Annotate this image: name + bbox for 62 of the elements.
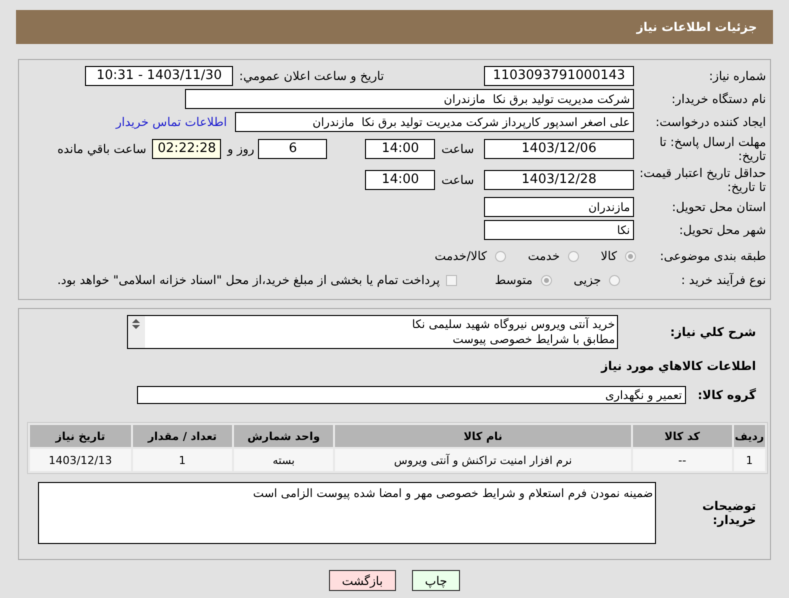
province-field: مازندران <box>484 197 634 217</box>
field-label: حداقل تاریخ اعتبار قیمت: تا تاریخ: <box>638 166 766 194</box>
field-label: ساعت <box>441 173 474 187</box>
days-field: 6 <box>258 139 328 159</box>
table-cell: 1 <box>132 449 232 471</box>
page-header: جزئیات اطلاعات نیاز <box>16 10 773 44</box>
remaining-time-field: 02:22:28 <box>152 139 222 159</box>
buyer-name-field: شرکت مدیریت تولید برق نکا مازندران <box>185 89 634 109</box>
field-label: پرداخت تمام یا بخشی از مبلغ خرید،از محل "اسناد خزانه اسلامی" خواهد بود. <box>57 273 440 287</box>
radio-button[interactable] <box>625 250 636 262</box>
field-label: استان محل تحویل: <box>670 200 766 214</box>
field-label: نام دستگاه خریدار: <box>670 92 766 106</box>
column-header: کد کالا <box>632 425 732 447</box>
radio-button[interactable] <box>540 274 552 286</box>
description-box: خرید آنتی ویروس نیروگاه شهید سلیمی نکا مطابق با شرایط خصوصی پیوست <box>127 315 618 349</box>
validity-time-field: 14:00 <box>365 170 436 190</box>
field-label: مهلت ارسال پاسخ: تا تاریخ: <box>658 135 766 163</box>
buyer-notes-box: ضمینه نمودن فرم استعلام و شرایط خصوصی مهر و امضا شده پیوست الزامی است <box>38 482 656 544</box>
radio-button[interactable] <box>609 274 620 286</box>
buyer-contact-link[interactable]: اطلاعات تماس خریدار <box>116 115 227 129</box>
field-label: شهر محل تحویل: <box>678 223 766 237</box>
print-button[interactable]: چاپ <box>412 570 460 591</box>
table-cell: نرم افزار امنیت تراکنش و آنتی ویروس <box>335 449 631 471</box>
field-label: گروه کالا: <box>696 388 756 402</box>
column-header: تعداد / مقدار <box>132 425 232 447</box>
column-header: نام کالا <box>335 425 631 447</box>
field-label: توضیحات خریدار: <box>701 499 756 527</box>
announce-date-field: 1403/11/30 - 10:31 <box>85 66 234 86</box>
table-cell: 1 <box>734 449 765 471</box>
radio-label: متوسط <box>494 273 533 287</box>
field-label: شماره نیاز: <box>708 69 766 83</box>
goods-group-field: تعمیر و نگهداری <box>137 386 686 404</box>
field-label: شرح کلي نیاز: <box>669 325 756 339</box>
radio-label: کالا <box>600 249 617 263</box>
table-cell: بسته <box>234 449 334 471</box>
back-button[interactable]: بازگشت <box>328 570 396 591</box>
field-label: ساعت باقي مانده <box>57 142 146 156</box>
field-label: روز و <box>227 142 254 156</box>
column-header: واحد شمارش <box>234 425 334 447</box>
field-label: ایجاد کننده درخواست: <box>654 115 766 129</box>
checkbox[interactable] <box>446 274 457 286</box>
radio-button[interactable] <box>494 250 506 262</box>
column-header: تاریخ نیاز <box>30 425 131 447</box>
radio-label: جزیی <box>574 273 601 287</box>
table-cell: 1403/12/13 <box>30 449 131 471</box>
city-field: نکا <box>484 220 634 240</box>
field-label: طبقه بندی موضوعی: <box>658 249 766 263</box>
need-number-field: 1103093791000143 <box>484 66 634 86</box>
deadline-time-field: 14:00 <box>365 139 436 159</box>
validity-date-field: 1403/12/28 <box>484 170 634 190</box>
field-label: تاریخ و ساعت اعلان عمومي: <box>239 69 384 83</box>
creator-field: علی اصغر اسدپور کارپرداز شرکت مدیریت تولید برق نکا مازندران <box>235 112 634 132</box>
column-header: ردیف <box>734 425 765 447</box>
radio-label: خدمت <box>528 249 560 263</box>
table-cell: -- <box>632 449 732 471</box>
section-title: اطلاعات کالاهاي مورد نیاز <box>600 359 756 373</box>
deadline-date-field: 1403/12/06 <box>484 139 634 159</box>
radio-label: کالا/خدمت <box>434 249 487 263</box>
scroll-arrows-icon[interactable] <box>130 318 142 330</box>
field-label: ساعت <box>441 142 474 156</box>
radio-button[interactable] <box>568 250 579 262</box>
field-label: نوع فرآیند خرید : <box>680 273 766 287</box>
